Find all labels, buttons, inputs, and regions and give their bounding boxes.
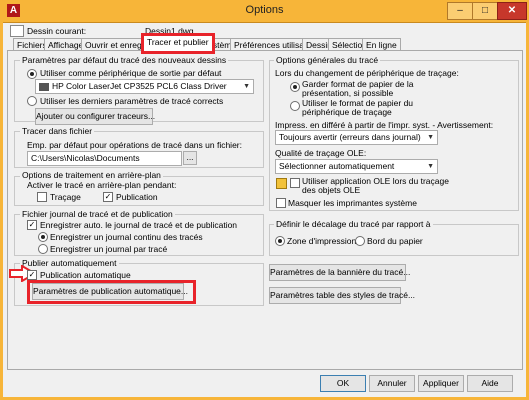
auto-publish-label: Publication automatique (40, 270, 131, 280)
minimize-button[interactable]: – (447, 2, 473, 20)
chevron-down-icon: ▼ (243, 83, 250, 90)
continuous-log-radio[interactable] (38, 232, 48, 242)
drawing-file-icon (10, 25, 24, 37)
tab-tracer-publier[interactable]: Tracer et publier (141, 33, 215, 54)
close-button[interactable]: ✕ (497, 2, 527, 20)
hide-printers-checkbox[interactable] (276, 198, 286, 208)
spool-label: Impress. en différé à partir de l'impr. … (275, 120, 494, 130)
per-plot-log-label: Enregistrer un journal par tracé (50, 244, 168, 254)
plot-style-table-settings-button[interactable]: Paramètres table des styles de tracé... (269, 287, 415, 304)
device-value: HP Color LaserJet CP3525 PCL6 Class Driv… (52, 81, 227, 91)
spool-value: Toujours avertir (erreurs dans journal) (279, 132, 421, 142)
plot-background-checkbox[interactable] (37, 192, 47, 202)
continuous-log-label: Enregistrer un journal continu des tracé… (50, 232, 203, 242)
ole-quality-label: Qualité de traçage OLE: (275, 148, 367, 158)
use-device-paper-radio[interactable] (290, 101, 300, 111)
keep-paper-radio[interactable] (290, 82, 300, 92)
plot-offset-title: Définir le décalage du tracé par rapport… (274, 219, 433, 229)
printable-area-radio[interactable] (275, 236, 285, 246)
use-ole-app-checkbox[interactable] (290, 178, 300, 188)
per-plot-log-radio[interactable] (38, 244, 48, 254)
chevron-down-icon: ▼ (427, 134, 434, 141)
publish-background-label: Publication (116, 192, 158, 202)
chevron-down-icon: ▼ (427, 163, 434, 170)
use-last-label: Utiliser les derniers paramètres de trac… (40, 96, 224, 106)
ole-quality-dropdown[interactable]: Sélectionner automatiquement ▼ (275, 159, 438, 174)
apply-button[interactable]: Appliquer (418, 375, 464, 392)
keep-paper-label: Garder format de papier de la présentati… (302, 79, 414, 98)
maximize-button[interactable]: □ (472, 2, 498, 20)
paper-edge-radio[interactable] (355, 236, 365, 246)
add-plotters-button[interactable]: Ajouter ou configurer traceurs... (35, 108, 155, 125)
printable-area-label: Zone d'impression (287, 236, 357, 246)
publish-background-checkbox[interactable]: ✓ (103, 192, 113, 202)
auto-publish-checkbox[interactable]: ✓ (27, 270, 37, 280)
current-drawing-label: Dessin courant: (27, 26, 87, 36)
device-change-label: Lors du changement de périphérique de tr… (275, 68, 459, 78)
paper-edge-label: Bord du papier (367, 236, 423, 246)
background-title: Options de traitement en arrière-plan (20, 170, 163, 180)
plot-file-title: Tracer dans fichier (20, 126, 95, 136)
use-device-radio[interactable] (27, 69, 37, 79)
help-button[interactable]: Aide (467, 375, 513, 392)
title-bar: A Options – □ ✕ (0, 0, 529, 23)
ok-button[interactable]: OK (320, 375, 366, 392)
use-device-label: Utiliser comme périphérique de sortie pa… (40, 68, 222, 78)
default-plot-title: Paramètres par défaut du tracé des nouve… (20, 55, 229, 65)
plot-file-location-label: Emp. par défaut pour opérations de tracé… (27, 140, 242, 150)
spool-dropdown[interactable]: Toujours avertir (erreurs dans journal) … (275, 130, 438, 145)
general-options-title: Options générales du tracé (274, 55, 381, 65)
cancel-button[interactable]: Annuler (369, 375, 415, 392)
auto-publish-settings-button[interactable]: Paramètres de publication automatique... (32, 283, 188, 300)
browse-button[interactable]: ... (183, 151, 197, 165)
auto-save-log-checkbox[interactable]: ✓ (27, 220, 37, 230)
device-dropdown[interactable]: HP Color LaserJet CP3525 PCL6 Class Driv… (35, 79, 254, 94)
plot-file-path-input[interactable]: C:\Users\Nicolas\Documents (27, 151, 182, 166)
auto-save-log-label: Enregistrer auto. le journal de tracé et… (40, 220, 238, 230)
window-frame-left (0, 22, 3, 400)
use-device-paper-label: Utiliser le format de papier du périphér… (302, 98, 414, 117)
use-last-radio[interactable] (27, 96, 37, 106)
log-title: Fichier journal de tracé et de publicati… (20, 209, 175, 219)
plot-background-label: Traçage (50, 192, 81, 202)
plot-stamp-settings-button[interactable]: Paramètres de la bannière du tracé... (269, 264, 410, 281)
ole-quality-value: Sélectionner automatiquement (279, 161, 395, 171)
printer-icon (39, 82, 49, 91)
background-enable-label: Activer le tracé en arrière-plan pendant… (27, 180, 177, 190)
hide-printers-label: Masquer les imprimantes système (288, 198, 417, 208)
ole-warning-icon (276, 178, 287, 189)
use-ole-app-label: Utiliser application OLE lors du traçage… (302, 176, 449, 195)
